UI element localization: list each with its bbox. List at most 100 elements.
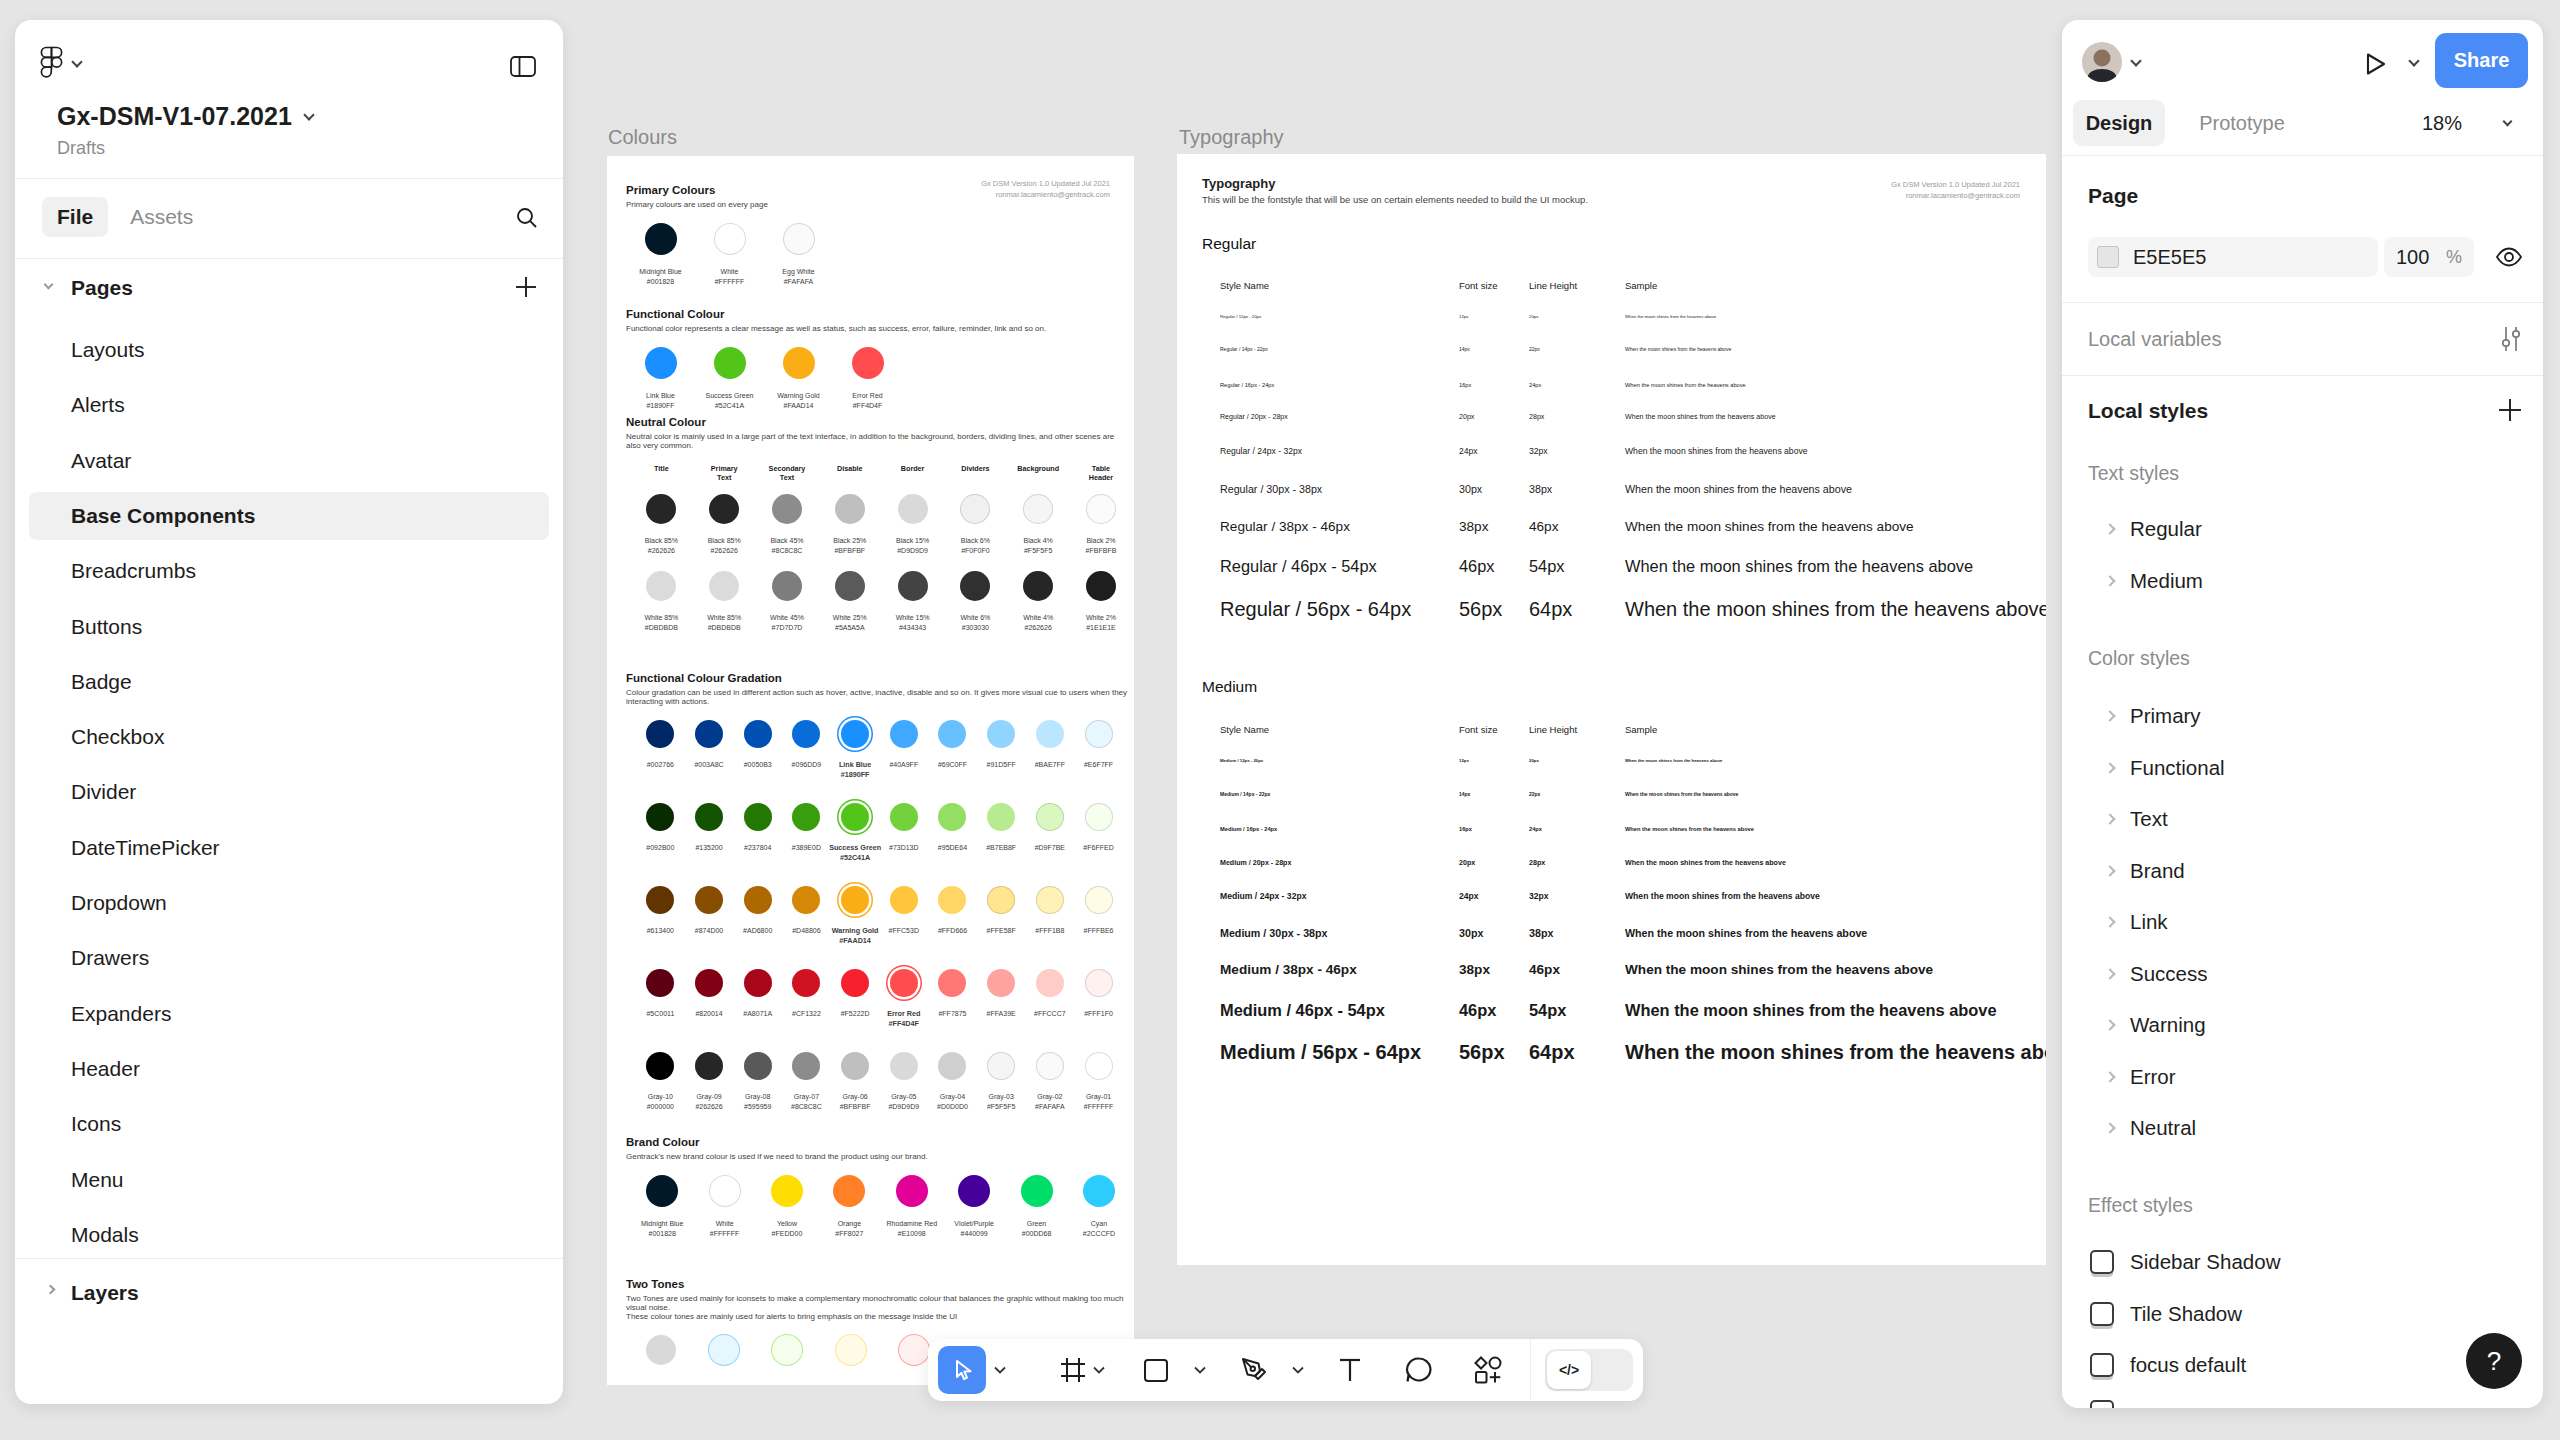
- text-tool-icon[interactable]: [1335, 1355, 1365, 1385]
- color-swatch[interactable]: [852, 347, 884, 379]
- color-swatch[interactable]: [646, 720, 674, 748]
- color-swatch[interactable]: [709, 494, 739, 524]
- move-tool-button[interactable]: [938, 1346, 986, 1394]
- color-style-item[interactable]: Success: [2130, 962, 2207, 986]
- frame-tool-icon[interactable]: [1058, 1355, 1088, 1385]
- shape-tool-icon[interactable]: [1141, 1355, 1171, 1385]
- color-swatch[interactable]: [646, 571, 676, 601]
- sidebar-page-item[interactable]: Layouts: [29, 326, 549, 374]
- color-swatch[interactable]: [1085, 886, 1113, 914]
- avatar[interactable]: [2082, 42, 2122, 82]
- figma-logo-icon[interactable]: [40, 46, 63, 80]
- effect-style-icon[interactable]: [2090, 1302, 2114, 1326]
- color-swatch[interactable]: [841, 886, 869, 914]
- color-swatch[interactable]: [938, 886, 966, 914]
- color-swatch[interactable]: [890, 803, 918, 831]
- colours-frame-label[interactable]: Colours: [608, 126, 677, 149]
- color-swatch[interactable]: [783, 347, 815, 379]
- color-style-chevron-icon[interactable]: [2104, 865, 2115, 876]
- color-swatch[interactable]: [987, 969, 1015, 997]
- comment-tool-icon[interactable]: [1404, 1355, 1434, 1385]
- color-style-chevron-icon[interactable]: [2104, 762, 2115, 773]
- variables-filter-icon[interactable]: [2500, 326, 2522, 352]
- tab-design[interactable]: Design: [2073, 100, 2165, 146]
- page-opacity-value[interactable]: 100: [2396, 246, 2429, 269]
- color-swatch[interactable]: [695, 886, 723, 914]
- color-swatch[interactable]: [987, 720, 1015, 748]
- effect-style-item[interactable]: Sidebar Shadow: [2130, 1250, 2280, 1274]
- color-style-item[interactable]: Error: [2130, 1065, 2176, 1089]
- color-swatch[interactable]: [772, 571, 802, 601]
- page-visibility-eye-icon[interactable]: [2495, 247, 2523, 267]
- color-swatch[interactable]: [646, 1175, 678, 1207]
- tab-prototype[interactable]: Prototype: [2192, 100, 2292, 146]
- layers-expand-chevron-icon[interactable]: [46, 1285, 56, 1295]
- color-swatch[interactable]: [898, 571, 928, 601]
- color-swatch[interactable]: [987, 803, 1015, 831]
- page-color-field[interactable]: E5E5E5: [2088, 237, 2378, 277]
- color-style-chevron-icon[interactable]: [2104, 813, 2115, 824]
- color-swatch[interactable]: [646, 969, 674, 997]
- shape-tool-chevron-icon[interactable]: [1194, 1366, 1206, 1374]
- color-swatch[interactable]: [835, 571, 865, 601]
- help-button[interactable]: ?: [2466, 1333, 2522, 1389]
- color-swatch[interactable]: [645, 347, 677, 379]
- color-swatch[interactable]: [841, 720, 869, 748]
- color-style-chevron-icon[interactable]: [2104, 1019, 2115, 1030]
- sidebar-page-item[interactable]: Base Components: [29, 492, 549, 540]
- toggle-sidebar-icon[interactable]: [510, 56, 536, 77]
- color-swatch[interactable]: [1036, 803, 1064, 831]
- color-style-item[interactable]: Brand: [2130, 859, 2185, 883]
- color-swatch[interactable]: [744, 720, 772, 748]
- page-opacity-field[interactable]: 100 %: [2384, 237, 2474, 277]
- color-swatch[interactable]: [792, 1052, 820, 1080]
- sidebar-page-item[interactable]: Alerts: [29, 381, 549, 429]
- color-swatch[interactable]: [792, 720, 820, 748]
- color-swatch[interactable]: [987, 1052, 1015, 1080]
- add-page-icon[interactable]: [515, 276, 537, 298]
- color-swatch[interactable]: [960, 494, 990, 524]
- color-swatch[interactable]: [1085, 969, 1113, 997]
- effect-style-partial-icon[interactable]: [2090, 1400, 2114, 1408]
- sidebar-page-item[interactable]: Checkbox: [29, 713, 549, 761]
- color-style-item[interactable]: Text: [2130, 807, 2168, 831]
- color-swatch[interactable]: [695, 803, 723, 831]
- color-swatch[interactable]: [1085, 803, 1113, 831]
- color-swatch[interactable]: [744, 886, 772, 914]
- color-swatch[interactable]: [772, 1335, 802, 1365]
- colours-frame[interactable]: Gx DSM Version 1.0 Updated Jul 2021 ronm…: [607, 156, 1134, 1385]
- pages-collapse-chevron-icon[interactable]: [44, 280, 54, 290]
- color-swatch[interactable]: [836, 1335, 866, 1365]
- color-style-chevron-icon[interactable]: [2104, 916, 2115, 927]
- frame-tool-chevron-icon[interactable]: [1093, 1366, 1105, 1374]
- color-swatch[interactable]: [709, 571, 739, 601]
- present-icon[interactable]: [2362, 51, 2388, 77]
- color-swatch[interactable]: [841, 803, 869, 831]
- color-style-chevron-icon[interactable]: [2104, 1071, 2115, 1082]
- color-swatch[interactable]: [1036, 720, 1064, 748]
- color-swatch[interactable]: [646, 886, 674, 914]
- color-swatch[interactable]: [792, 803, 820, 831]
- dev-mode-icon[interactable]: </>: [1547, 1351, 1591, 1389]
- page-color-hex[interactable]: E5E5E5: [2133, 246, 2206, 269]
- color-swatch[interactable]: [938, 803, 966, 831]
- sidebar-page-item[interactable]: DateTimePicker: [29, 824, 549, 872]
- color-style-chevron-icon[interactable]: [2104, 968, 2115, 979]
- sidebar-page-item[interactable]: Dropdown: [29, 879, 549, 927]
- sidebar-page-item[interactable]: Avatar: [29, 437, 549, 485]
- main-menu-chevron-icon[interactable]: [71, 56, 82, 67]
- color-swatch[interactable]: [835, 494, 865, 524]
- color-style-item[interactable]: Warning: [2130, 1013, 2206, 1037]
- pages-section-label[interactable]: Pages: [71, 276, 133, 300]
- color-swatch[interactable]: [646, 1052, 674, 1080]
- actions-tool-icon[interactable]: [1473, 1355, 1503, 1385]
- color-swatch[interactable]: [1036, 969, 1064, 997]
- color-swatch[interactable]: [890, 886, 918, 914]
- color-swatch[interactable]: [709, 1175, 741, 1207]
- color-swatch[interactable]: [960, 571, 990, 601]
- effect-style-icon[interactable]: [2090, 1353, 2114, 1377]
- color-swatch[interactable]: [646, 1335, 676, 1365]
- color-swatch[interactable]: [841, 969, 869, 997]
- color-style-item[interactable]: Neutral: [2130, 1116, 2196, 1140]
- local-variables-label[interactable]: Local variables: [2088, 328, 2221, 351]
